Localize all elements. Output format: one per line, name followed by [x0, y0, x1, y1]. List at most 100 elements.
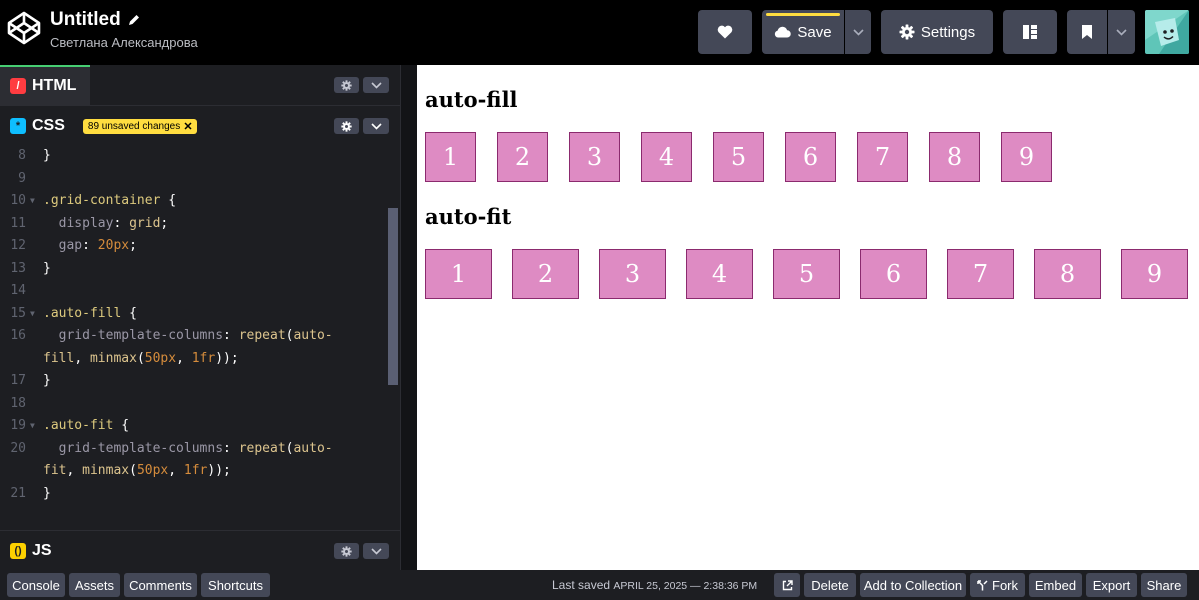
code-token: minmax	[89, 350, 137, 366]
tab-css[interactable]: * CSS 89 unsaved changes	[0, 106, 212, 146]
code-line[interactable]: 9	[0, 168, 400, 191]
code-line[interactable]: 20 grid-template-columns: repeat(auto-	[0, 438, 400, 461]
editor-resize-handle[interactable]	[400, 65, 417, 570]
gear-icon	[341, 79, 352, 91]
unsaved-changes-badge[interactable]: 89 unsaved changes	[82, 118, 198, 134]
fold-arrow-icon[interactable]: ▼	[30, 415, 35, 438]
css-code-editor[interactable]: 8} 9 10 ▼ .grid-container {11 display: grid;…	[0, 145, 400, 530]
code-token: {	[121, 305, 137, 321]
line-number: 17	[10, 373, 26, 388]
code-line[interactable]: 15 ▼ .auto-fill {	[0, 303, 400, 326]
auto-fit-heading: auto-fit	[425, 204, 512, 229]
code-token: 20px	[97, 238, 130, 253]
user-avatar[interactable]	[1145, 10, 1189, 54]
chevron-down-icon	[1116, 28, 1127, 36]
css-options-button[interactable]	[363, 118, 389, 134]
tab-js[interactable]: () JS	[0, 531, 66, 571]
embed-button[interactable]: Embed	[1029, 573, 1082, 597]
grid-item: 1	[425, 249, 492, 299]
code-text: }	[43, 145, 51, 168]
delete-button[interactable]: Delete	[804, 573, 856, 597]
avatar-image	[1145, 10, 1189, 54]
top-header: Untitled Светлана Александрова Save Sett…	[0, 0, 1199, 65]
code-line[interactable]: fill, minmax(50px, 1fr));	[0, 348, 400, 371]
bookmark-options-button[interactable]	[1108, 10, 1135, 54]
grid-item: 2	[497, 132, 548, 182]
code-token: display	[58, 215, 114, 231]
line-number: 18	[10, 395, 26, 411]
console-button[interactable]: Console	[7, 573, 65, 597]
open-in-new-window-button[interactable]	[774, 573, 800, 597]
shortcuts-button[interactable]: Shortcuts	[201, 573, 270, 597]
export-button[interactable]: Export	[1086, 573, 1137, 597]
pencil-icon[interactable]	[127, 13, 141, 27]
line-number: 14	[10, 283, 26, 298]
code-scrollbar[interactable]	[388, 208, 398, 385]
code-line[interactable]: 14	[0, 280, 400, 303]
gear-icon	[899, 24, 915, 40]
settings-button[interactable]: Settings	[881, 10, 993, 54]
tab-html-label: HTML	[32, 77, 77, 94]
tab-html[interactable]: / HTML	[0, 65, 91, 105]
pen-title[interactable]: Untitled	[50, 9, 198, 31]
codepen-logo-icon[interactable]	[6, 10, 42, 46]
grid-item: 8	[929, 132, 980, 182]
code-token: :	[223, 328, 239, 343]
code-text: grid-template-columns: repeat(auto-	[43, 325, 333, 348]
code-line[interactable]: 10 ▼ .grid-container {	[0, 190, 400, 213]
code-line[interactable]: 16 grid-template-columns: repeat(auto-	[0, 325, 400, 348]
share-button[interactable]: Share	[1141, 573, 1187, 597]
add-to-collection-button[interactable]: Add to Collection	[860, 573, 966, 597]
code-token: 1fr	[183, 463, 208, 478]
code-line[interactable]: 18	[0, 393, 400, 416]
code-token: .auto-fit	[43, 418, 114, 433]
code-text: }	[43, 370, 51, 393]
code-line[interactable]: 12 gap: 20px;	[0, 235, 400, 258]
pen-title-text[interactable]: Untitled	[50, 9, 121, 31]
code-line[interactable]: 8}	[0, 145, 400, 168]
line-number: 13	[10, 260, 26, 276]
fold-arrow-icon[interactable]: ▼	[30, 190, 35, 213]
grid-item: 3	[569, 132, 620, 182]
code-line[interactable]: 11 display: grid;	[0, 213, 400, 236]
code-text: }	[43, 483, 51, 506]
code-text: .grid-container {	[43, 190, 176, 213]
save-button[interactable]: Save	[762, 10, 844, 54]
editor-column: / HTML * CSS 89 unsaved changes 8} 9 10…	[0, 65, 400, 571]
fork-button[interactable]: Fork	[970, 573, 1025, 597]
change-view-button[interactable]	[1003, 10, 1057, 54]
love-button[interactable]	[698, 10, 752, 54]
fold-arrow-icon[interactable]: ▼	[30, 303, 35, 326]
code-line[interactable]: 13}	[0, 258, 400, 281]
html-settings-button[interactable]	[334, 77, 359, 93]
code-text: display: grid;	[43, 213, 169, 236]
external-link-icon	[782, 579, 793, 590]
code-line[interactable]: fit, minmax(50px, 1fr));	[0, 460, 400, 483]
code-token: ;	[160, 215, 169, 231]
code-line[interactable]: 19 ▼ .auto-fit {	[0, 415, 400, 438]
html-panel-header: / HTML	[0, 65, 400, 105]
auto-fill-grid: 123456789	[425, 132, 1052, 182]
css-settings-button[interactable]	[334, 118, 359, 134]
line-number: 21	[10, 485, 26, 501]
assets-button[interactable]: Assets	[69, 573, 120, 597]
bookmark-button[interactable]	[1067, 10, 1107, 54]
close-icon[interactable]	[184, 122, 192, 130]
js-options-button[interactable]	[363, 543, 389, 559]
comments-button[interactable]: Comments	[124, 573, 197, 597]
html-options-button[interactable]	[363, 77, 389, 93]
heart-icon	[717, 25, 733, 39]
js-icon: ()	[10, 543, 26, 559]
code-token: :	[223, 440, 239, 456]
code-token: }	[43, 148, 51, 163]
grid-item: 6	[785, 132, 836, 182]
pen-author[interactable]: Светлана Александрова	[50, 35, 198, 50]
js-settings-button[interactable]	[334, 543, 359, 559]
code-line[interactable]: 21}	[0, 483, 400, 506]
code-token: ,	[168, 463, 184, 478]
save-options-button[interactable]	[845, 10, 871, 54]
code-line[interactable]: 17}	[0, 370, 400, 393]
